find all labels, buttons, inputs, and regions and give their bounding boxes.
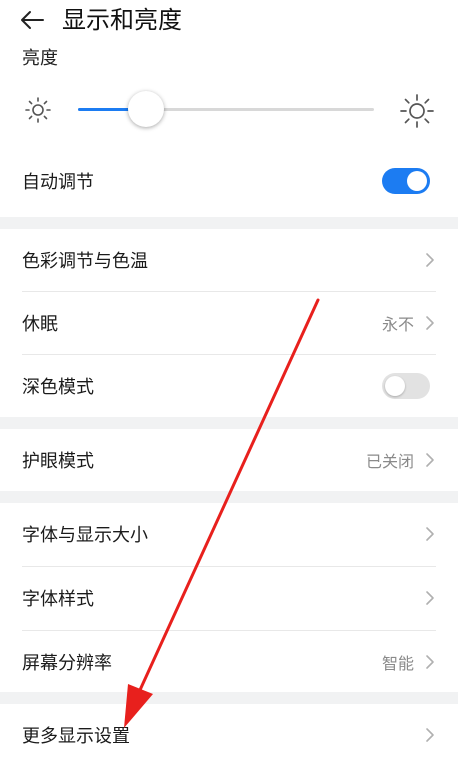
dark-mode-label: 深色模式 — [22, 377, 94, 398]
chevron-right-icon — [422, 250, 438, 270]
section-gap — [0, 217, 458, 229]
eye-comfort-label: 护眼模式 — [22, 451, 94, 472]
font-display-size-label: 字体与显示大小 — [22, 525, 148, 546]
font-style-label: 字体样式 — [22, 589, 94, 610]
back-button[interactable] — [16, 6, 48, 34]
screen-resolution-value: 智能 — [381, 654, 414, 673]
chevron-right-icon — [422, 450, 438, 470]
auto-adjust-label: 自动调节 — [22, 172, 94, 193]
dark-mode-row[interactable]: 深色模式 — [0, 355, 458, 417]
more-display-settings-row[interactable]: 更多显示设置 — [0, 704, 458, 766]
eye-comfort-value: 已关闭 — [365, 452, 414, 471]
brightness-slider-row — [0, 88, 458, 132]
color-temperature-label: 色彩调节与色温 — [22, 251, 148, 272]
auto-adjust-row[interactable]: 自动调节 — [0, 150, 458, 212]
brightness-section-label: 亮度 — [22, 48, 58, 69]
section-gap — [0, 491, 458, 503]
sun-small-icon — [25, 97, 51, 123]
chevron-right-icon — [422, 725, 438, 745]
toggle-knob — [407, 171, 427, 191]
more-display-settings-label: 更多显示设置 — [22, 726, 130, 747]
color-temperature-row[interactable]: 色彩调节与色温 — [0, 229, 458, 291]
chevron-right-icon — [422, 313, 438, 333]
toggle-knob — [385, 376, 405, 396]
sun-large-icon — [400, 94, 434, 128]
chevron-right-icon — [422, 652, 438, 672]
chevron-right-icon — [422, 588, 438, 608]
sleep-row[interactable]: 休眠 永不 — [0, 292, 458, 354]
screen-resolution-label: 屏幕分辨率 — [22, 653, 112, 674]
section-gap — [0, 692, 458, 704]
font-display-size-row[interactable]: 字体与显示大小 — [0, 503, 458, 565]
eye-comfort-row[interactable]: 护眼模式 已关闭 — [0, 429, 458, 491]
screen-resolution-row[interactable]: 屏幕分辨率 智能 — [0, 631, 458, 693]
chevron-right-icon — [422, 524, 438, 544]
header: 显示和亮度 — [0, 0, 458, 44]
arrow-left-icon — [21, 11, 44, 29]
sleep-value: 永不 — [381, 315, 414, 334]
section-gap — [0, 417, 458, 429]
brightness-slider-thumb[interactable] — [128, 91, 164, 127]
brightness-slider[interactable] — [78, 91, 374, 127]
sleep-label: 休眠 — [22, 314, 58, 335]
dark-mode-toggle[interactable] — [382, 373, 430, 399]
auto-adjust-toggle[interactable] — [382, 168, 430, 194]
page-title: 显示和亮度 — [62, 6, 182, 34]
font-style-row[interactable]: 字体样式 — [0, 567, 458, 629]
